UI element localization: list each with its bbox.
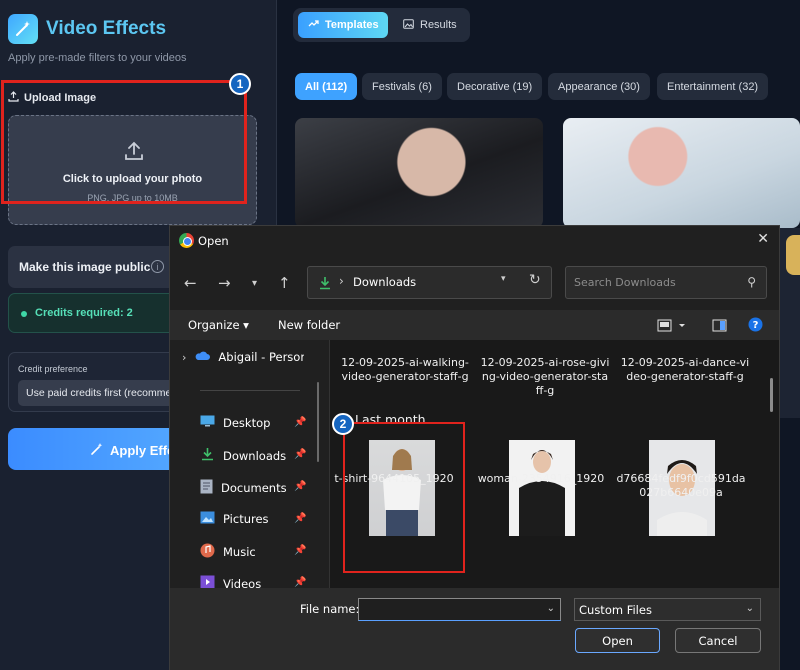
template-card-thumbnail[interactable]: [295, 118, 543, 228]
credit-preference-label: Credit preference: [18, 364, 88, 374]
recent-locations-chevron-icon[interactable]: ▾: [252, 278, 257, 289]
file-type-select[interactable]: Custom Files ⌄: [574, 598, 761, 621]
nav-item-label: Downloads: [223, 448, 287, 463]
forward-arrow-icon[interactable]: →: [218, 274, 231, 292]
desktop-icon: [200, 415, 215, 430]
image-thumbnail: [509, 440, 575, 536]
dialog-title: Open: [198, 234, 229, 248]
documents-icon: [200, 479, 213, 497]
close-icon[interactable]: ✕: [757, 231, 769, 247]
search-placeholder: Search Downloads: [574, 276, 676, 289]
nav-scrollbar[interactable]: [317, 382, 319, 462]
search-icon: ⚲: [747, 275, 756, 289]
tab-results-label: Results: [420, 19, 457, 31]
app-subtitle: Apply pre-made filters to your videos: [8, 52, 187, 64]
breadcrumb-chevron-icon: ›: [339, 274, 344, 288]
category-chip-entertainment[interactable]: Entertainment (32): [657, 73, 769, 100]
step-badge-2: 2: [332, 413, 354, 435]
chevron-down-icon: ⌄: [745, 603, 754, 614]
magic-wand-icon: [90, 442, 104, 459]
svg-text:?: ?: [753, 320, 759, 331]
nav-item-downloads[interactable]: Downloads: [200, 447, 286, 464]
template-card-edge-glow: [786, 235, 800, 275]
pictures-icon: [200, 511, 215, 527]
pin-icon: 📌: [294, 417, 307, 428]
download-icon: [318, 275, 332, 294]
tab-results[interactable]: Results: [393, 12, 467, 38]
nav-item-desktop[interactable]: Desktop: [200, 415, 270, 430]
pin-icon: 📌: [294, 577, 307, 588]
expand-chevron-icon: ›: [182, 350, 187, 364]
nav-item-pictures[interactable]: Pictures: [200, 511, 269, 527]
template-card-thumbnail[interactable]: [563, 118, 800, 228]
file-item[interactable]: 12-09-2025-ai-walking-video-generator-st…: [340, 356, 470, 384]
file-item[interactable]: 12-09-2025-ai-dance-video-generator-staf…: [620, 356, 750, 384]
category-chip-all[interactable]: All (112): [295, 73, 358, 100]
file-item[interactable]: 12-09-2025-ai-rose-giving-video-generato…: [480, 356, 610, 398]
nav-item-label: Music: [223, 545, 256, 559]
pin-icon: 📌: [294, 449, 307, 460]
dialog-bottom-bar: File name: ⌄ Custom Files ⌄ Open Cancel: [170, 588, 779, 670]
tab-templates[interactable]: Templates: [298, 12, 388, 38]
file-list-scrollbar[interactable]: [770, 378, 773, 412]
view-tabs: Templates Results: [293, 8, 470, 42]
info-icon[interactable]: i: [151, 260, 164, 273]
magic-wand-logo-icon: [8, 14, 38, 44]
cancel-button[interactable]: Cancel: [675, 628, 761, 653]
image-icon: [403, 18, 414, 32]
status-dot: [21, 311, 27, 317]
back-arrow-icon[interactable]: ←: [184, 274, 197, 292]
up-arrow-icon[interactable]: ↑: [278, 274, 291, 292]
music-icon: [200, 543, 215, 561]
file-type-value: Custom Files: [579, 603, 652, 617]
open-file-dialog: Open ✕ ← → ▾ ↑ › Downloads ▾ ↻ Search Do…: [169, 225, 780, 670]
address-dropdown-chevron-icon[interactable]: ▾: [501, 274, 506, 284]
onedrive-cloud-icon: [194, 350, 211, 364]
search-box[interactable]: Search Downloads ⚲: [565, 266, 767, 299]
trending-icon: [308, 19, 319, 31]
chevron-down-icon[interactable]: ⌄: [547, 603, 555, 614]
file-list: 12-09-2025-ai-walking-video-generator-st…: [330, 340, 779, 588]
file-item-label: woman-2354916_1920: [477, 472, 605, 485]
category-chip-appearance[interactable]: Appearance (30): [548, 73, 650, 100]
nav-item-label: Abigail - Personal: [218, 350, 305, 364]
nav-item-onedrive[interactable]: › Abigail - Personal: [182, 350, 304, 364]
highlight-upload-area: [1, 80, 247, 204]
file-name-label: File name:: [300, 602, 360, 616]
pin-icon: 📌: [294, 545, 307, 556]
download-icon: [200, 447, 215, 464]
make-public-label: Make this image public: [19, 260, 151, 274]
address-path: Downloads: [353, 275, 417, 289]
pin-icon: 📌: [294, 513, 307, 524]
dialog-toolbar: Organize ▾ New folder ?: [170, 310, 779, 340]
preview-pane-icon[interactable]: [712, 318, 727, 337]
organize-menu[interactable]: Organize ▾: [188, 318, 249, 332]
category-chip-festivals[interactable]: Festivals (6): [362, 73, 442, 100]
navigation-pane: › Abigail - Personal Desktop 📌 Downloads…: [170, 340, 330, 591]
organize-label: Organize: [188, 318, 240, 332]
nav-item-documents[interactable]: Documents: [200, 479, 287, 497]
refresh-icon[interactable]: ↻: [529, 272, 541, 288]
nav-divider: [200, 390, 300, 391]
address-bar[interactable]: › Downloads ▾ ↻: [307, 266, 552, 299]
nav-item-music[interactable]: Music: [200, 543, 256, 561]
chrome-icon: [179, 233, 194, 248]
file-name-input[interactable]: ⌄: [358, 598, 561, 621]
nav-item-label: Documents: [221, 481, 287, 495]
file-item-label: d76684fedf9f0cd591da027b6640e09a: [616, 472, 746, 499]
nav-item-label: Pictures: [223, 512, 269, 526]
credits-text: Credits required: 2: [35, 307, 133, 319]
pin-icon: 📌: [294, 481, 307, 492]
app-title: Video Effects: [46, 18, 167, 39]
nav-item-label: Desktop: [223, 415, 271, 430]
help-icon[interactable]: ?: [748, 317, 763, 336]
category-chip-decorative[interactable]: Decorative (19): [447, 73, 543, 100]
step-badge-1: 1: [229, 73, 251, 95]
tab-templates-label: Templates: [325, 19, 379, 31]
view-options-icon[interactable]: [657, 318, 687, 337]
highlight-selected-file: [343, 422, 465, 573]
new-folder-button[interactable]: New folder: [278, 318, 340, 332]
open-button[interactable]: Open: [575, 628, 660, 653]
